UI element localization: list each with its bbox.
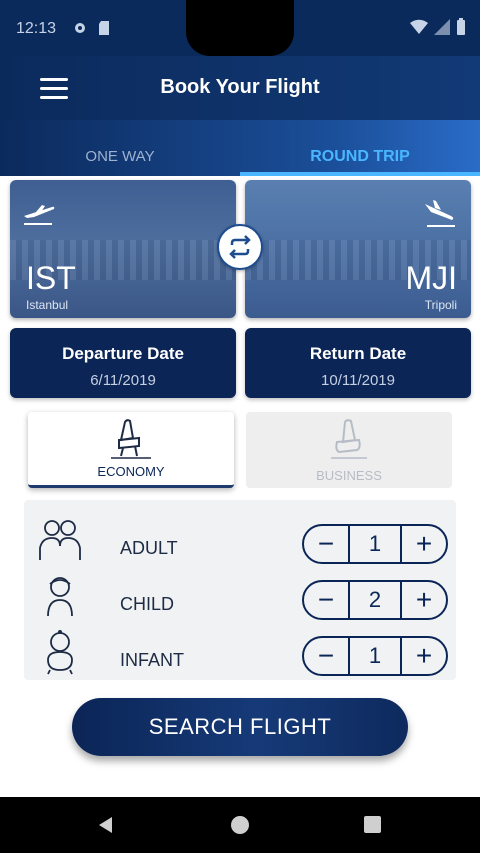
adult-increment-button[interactable]: + xyxy=(402,526,446,562)
recent-apps-icon[interactable] xyxy=(364,816,381,833)
destination-city: Tripoli xyxy=(424,298,457,312)
return-date-value: 10/11/2019 xyxy=(321,372,395,389)
settings-icon xyxy=(75,23,85,33)
economy-class-option[interactable]: ECONOMY xyxy=(28,412,234,488)
adult-count: 1 xyxy=(348,526,402,562)
sd-card-icon xyxy=(99,21,109,35)
origin-city: Istanbul xyxy=(26,298,69,312)
business-class-option[interactable]: BUSINESS xyxy=(246,412,452,488)
infant-count: 1 xyxy=(348,638,402,674)
departure-date-button[interactable]: Departure Date 6/11/2019 xyxy=(10,328,236,398)
passenger-panel: ADULT − 1 + CHILD − 2 + INFANT − 1 + xyxy=(24,500,456,680)
child-increment-button[interactable]: + xyxy=(402,582,446,618)
economy-label: ECONOMY xyxy=(97,464,165,479)
landing-plane-icon xyxy=(425,200,455,227)
tab-round-trip[interactable]: ROUND TRIP xyxy=(240,120,480,176)
adult-label: ADULT xyxy=(120,538,178,558)
signal-icon xyxy=(434,19,450,35)
return-date-button[interactable]: Return Date 10/11/2019 xyxy=(245,328,471,398)
wifi-icon xyxy=(410,19,428,34)
adult-stepper: − 1 + xyxy=(302,524,448,564)
swap-cities-button[interactable] xyxy=(217,224,263,270)
infant-increment-button[interactable]: + xyxy=(402,638,446,674)
back-icon[interactable] xyxy=(96,815,116,835)
business-seat-icon xyxy=(331,419,367,459)
child-decrement-button[interactable]: − xyxy=(304,582,348,618)
battery-icon xyxy=(457,18,465,35)
adult-decrement-button[interactable]: − xyxy=(304,526,348,562)
status-time: 12:13 xyxy=(16,20,57,37)
app-bar: Book Your Flight xyxy=(0,56,480,120)
passenger-row-child: CHILD − 2 + xyxy=(24,570,456,626)
destination-code: MJI xyxy=(405,260,457,296)
child-label: CHILD xyxy=(120,594,175,614)
infant-decrement-button[interactable]: − xyxy=(304,638,348,674)
child-icon xyxy=(47,577,73,617)
infant-icon xyxy=(47,630,73,675)
child-stepper: − 2 + xyxy=(302,580,448,620)
adult-couple-icon xyxy=(39,520,81,560)
infant-stepper: − 1 + xyxy=(302,636,448,676)
swap-arrows-icon xyxy=(229,235,251,259)
system-nav-bar xyxy=(0,797,480,853)
camera-notch xyxy=(186,0,294,56)
takeoff-plane-icon xyxy=(24,205,55,225)
passenger-row-infant: INFANT − 1 + xyxy=(24,626,456,682)
business-label: BUSINESS xyxy=(316,468,382,483)
status-bar: 12:13 xyxy=(0,0,480,56)
tab-one-way[interactable]: ONE WAY xyxy=(0,120,240,176)
passenger-row-adult: ADULT − 1 + xyxy=(24,514,456,570)
infant-label: INFANT xyxy=(120,650,185,670)
origin-card[interactable]: IST Istanbul xyxy=(10,180,236,318)
return-date-label: Return Date xyxy=(309,344,407,363)
economy-seat-icon xyxy=(111,419,151,459)
departure-date-value: 6/11/2019 xyxy=(90,372,156,389)
departure-date-label: Departure Date xyxy=(62,344,184,363)
home-icon[interactable] xyxy=(231,816,249,834)
child-count: 2 xyxy=(348,582,402,618)
origin-code: IST xyxy=(26,260,76,296)
trip-type-tabs: ONE WAY ROUND TRIP xyxy=(0,120,480,176)
search-flight-button[interactable]: SEARCH FLIGHT xyxy=(72,698,408,756)
page-title: Book Your Flight xyxy=(160,76,320,98)
destination-card[interactable]: MJI Tripoli xyxy=(245,180,471,318)
